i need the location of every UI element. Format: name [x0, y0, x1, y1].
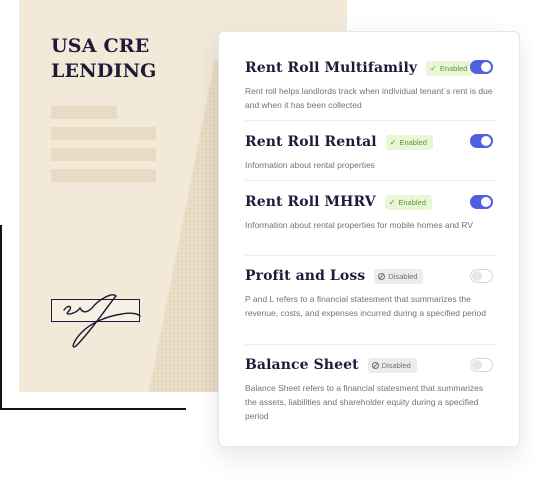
toggle-knob: [472, 360, 482, 370]
divider: [245, 344, 495, 345]
setting-rent-roll-multifamily: Rent Roll Multifamily ✓ Enabled Rent roll…: [245, 59, 495, 112]
document-line: [51, 148, 156, 161]
toggle-rent-roll-rental[interactable]: [470, 134, 493, 148]
setting-description: P and L refers to a financial statesment…: [245, 294, 486, 318]
toggle-knob: [481, 136, 491, 146]
setting-profit-and-loss: Profit and Loss Disabled P and L refers …: [245, 267, 495, 320]
status-badge: ✓ Enabled: [426, 60, 474, 76]
toggle-rent-roll-mhrv[interactable]: [470, 195, 493, 209]
setting-rent-roll-mhrv: Rent Roll MHRV ✓ Enabled Information abou…: [245, 193, 495, 232]
status-badge: ✓ Enabled: [384, 194, 432, 210]
status-badge: Disabled: [374, 268, 424, 284]
status-label: Enabled: [398, 197, 426, 207]
setting-title: Rent Roll Rental: [245, 134, 377, 150]
toggle-knob: [481, 62, 491, 72]
check-icon: ✓: [430, 63, 437, 73]
setting-description: Rent roll helps landlords track when ind…: [245, 86, 493, 110]
status-label: Enabled: [439, 63, 468, 73]
check-icon: ✓: [389, 137, 397, 147]
setting-description: Balance Sheet refers to a financial stat…: [245, 383, 484, 421]
disabled-icon: [371, 361, 379, 369]
check-icon: ✓: [388, 197, 396, 207]
setting-description: Information about rental properties: [245, 160, 375, 170]
document-line: [51, 106, 117, 119]
toggle-rent-roll-multifamily[interactable]: [470, 60, 493, 74]
divider: [245, 180, 495, 181]
setting-title: Balance Sheet: [245, 357, 359, 373]
status-badge: ✓ Enabled: [385, 134, 433, 150]
toggle-profit-and-loss[interactable]: [470, 269, 493, 283]
toggle-knob: [481, 197, 491, 207]
setting-description: Information about rental properties for …: [245, 220, 474, 230]
status-label: Enabled: [399, 137, 427, 147]
status-label: Disabled: [381, 360, 411, 370]
setting-title: Profit and Loss: [245, 268, 366, 284]
document-line: [51, 169, 156, 182]
signature-image: [63, 294, 141, 348]
status-badge: Disabled: [367, 357, 417, 373]
setting-title: Rent Roll Multifamily: [245, 60, 418, 76]
toggle-knob: [472, 271, 482, 281]
status-label: Disabled: [388, 271, 418, 281]
toggle-balance-sheet[interactable]: [470, 358, 493, 372]
setting-title: Rent Roll MHRV: [245, 194, 376, 210]
divider: [245, 120, 495, 121]
report-settings-panel: Rent Roll Multifamily ✓ Enabled Rent roll…: [218, 31, 520, 447]
divider: [245, 255, 495, 256]
document-line: [51, 127, 156, 140]
disabled-icon: [378, 272, 386, 280]
setting-rent-roll-rental: Rent Roll Rental ✓ Enabled Information ab…: [245, 133, 495, 172]
setting-balance-sheet: Balance Sheet Disabled Balance Sheet ref…: [245, 356, 495, 423]
document-title: USA CRE LENDING: [51, 35, 157, 82]
